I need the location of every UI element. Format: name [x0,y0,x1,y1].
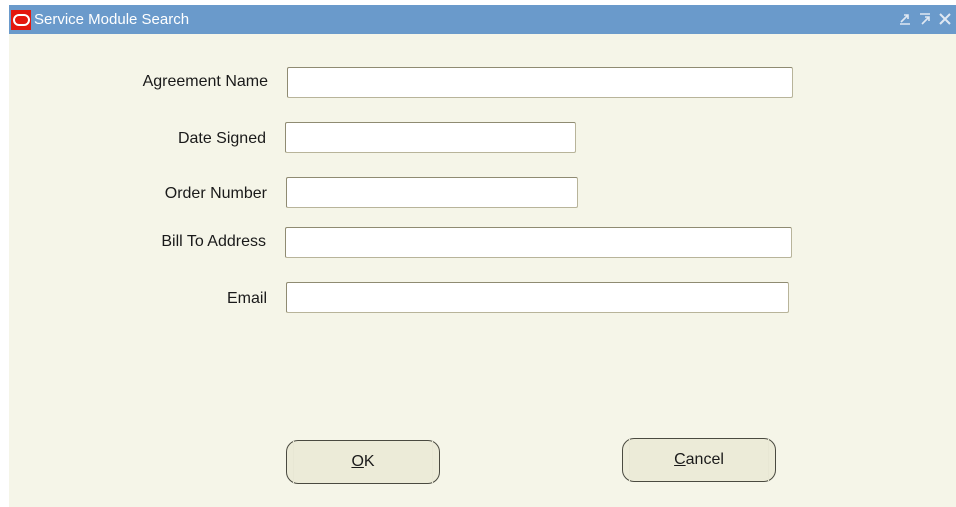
bill-to-address-label: Bill To Address [161,233,266,250]
cancel-mnemonic: C [674,451,686,468]
ok-button[interactable]: OK [286,440,440,484]
email-field[interactable] [286,282,789,313]
cancel-label-rest: ancel [685,451,724,468]
window-controls [896,9,954,29]
close-icon[interactable] [936,9,954,29]
date-signed-label: Date Signed [177,130,266,147]
oracle-logo-icon [11,9,31,30]
minimize-icon[interactable] [896,9,914,29]
title-bar: Service Module Search [9,5,956,34]
order-number-label: Order Number [164,185,267,202]
ok-label-rest: K [363,453,375,470]
date-signed-field[interactable] [285,122,576,153]
window-title: Service Module Search [34,11,190,28]
cancel-button[interactable]: Cancel [622,438,776,482]
agreement-name-label: Agreement Name [142,73,268,90]
maximize-icon[interactable] [916,9,934,29]
agreement-name-field[interactable] [287,67,793,98]
ok-mnemonic: O [351,453,364,470]
service-module-search-window: Service Module Search Agreement Name Dat… [9,5,956,507]
bill-to-address-field[interactable] [285,227,792,258]
email-label: Email [226,290,267,307]
order-number-field[interactable] [286,177,578,208]
